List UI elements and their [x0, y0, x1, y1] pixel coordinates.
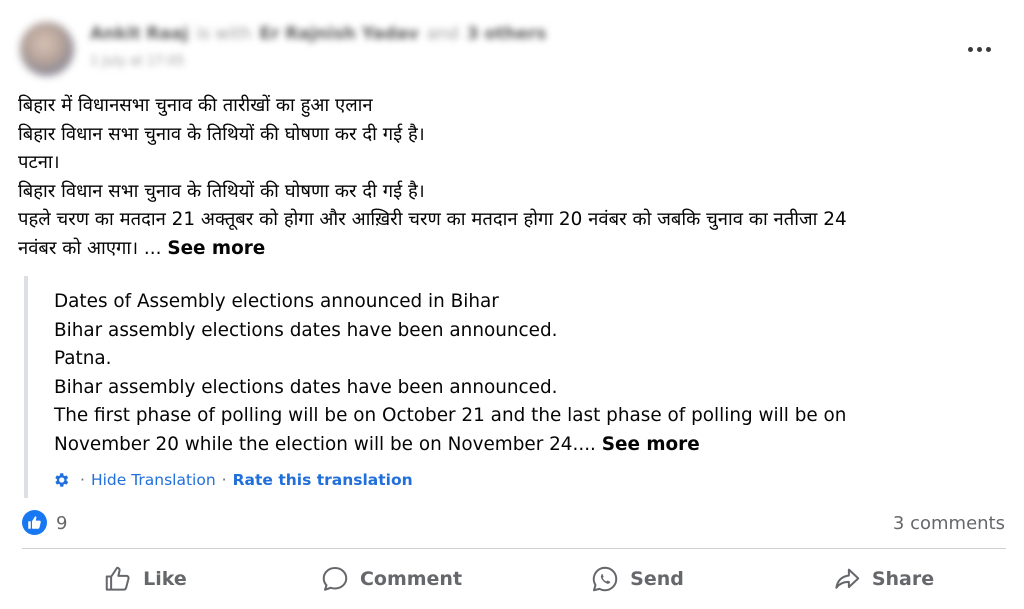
post-text-line: पहले चरण का मतदान 21 अक्तूबर को होगा और … [18, 209, 847, 231]
send-button[interactable]: Send [514, 556, 760, 602]
post-date[interactable]: 1 July at 17:05 [90, 54, 185, 69]
post-text-line: बिहार में विधानसभा चुनाव की तारीखों का ह… [18, 95, 373, 116]
translation-line: November 20 while the election will be o… [54, 433, 596, 455]
translation-footer: · Hide Translation · Rate this translati… [52, 471, 413, 489]
post-text-line: नवंबर को आएगा। ... [18, 237, 162, 259]
footer-separator: · [221, 471, 227, 489]
translation-line: Patna. [54, 348, 112, 370]
like-reaction-badge[interactable] [22, 510, 47, 535]
post-text-last-line: नवंबर को आएगा। ... See more [18, 235, 1008, 264]
post-card: Ankit Raaj is with Er Rajnish Yadav and … [0, 0, 1024, 609]
translation-line: Dates of Assembly elections announced in… [54, 291, 499, 312]
comment-label: Comment [359, 568, 463, 590]
post-text-line: बिहार विधान सभा चुनाव के तिथियों की घोषण… [18, 123, 425, 145]
translation-line: Bihar assembly elections dates have been… [54, 376, 558, 398]
comment-bubble-icon [322, 567, 348, 591]
author-name[interactable]: Ankit Raaj [90, 24, 188, 44]
share-button[interactable]: Share [760, 556, 1006, 602]
divider [22, 548, 1006, 549]
post-text: बिहार में विधानसभा चुनाव की तारीखों का ह… [18, 92, 1008, 264]
footer-separator: · [80, 471, 85, 489]
hide-translation-link[interactable]: Hide Translation [91, 471, 216, 489]
post-text-line: पटना। [18, 152, 60, 174]
post-text-line: बिहार विधान सभा चुनाव के तिथियों की घोषण… [18, 180, 425, 202]
send-label: Send [630, 568, 684, 590]
and-text: and [426, 24, 459, 44]
translation-last-line: November 20 while the election will be o… [54, 431, 984, 460]
translation-line: Bihar assembly elections dates have been… [54, 319, 558, 341]
see-more-link[interactable]: See more [167, 238, 265, 259]
with-text: is with [196, 24, 252, 44]
gear-icon[interactable] [52, 471, 70, 489]
tagged-name[interactable]: Er Rajnish Yadav [259, 24, 418, 44]
rate-translation-link[interactable]: Rate this translation [233, 471, 413, 489]
like-label: Like [143, 568, 187, 590]
translation-line: The first phase of polling will be on Oc… [54, 405, 847, 427]
share-arrow-icon [835, 568, 860, 589]
thumbs-up-icon [28, 516, 41, 529]
more-horizontal-icon [966, 37, 993, 56]
comment-button[interactable]: Comment [268, 556, 514, 602]
like-button[interactable]: Like [22, 556, 268, 602]
thumbs-up-outline-icon [105, 566, 130, 591]
translation-block: Dates of Assembly elections announced in… [24, 276, 984, 498]
comments-count-link[interactable]: 3 comments [893, 513, 1005, 534]
more-options-button[interactable] [964, 32, 994, 60]
author-avatar[interactable] [20, 22, 74, 76]
like-count[interactable]: 9 [56, 513, 67, 534]
others-link[interactable]: 3 others [467, 24, 547, 44]
action-bar: Like Comment Send Share [22, 556, 1006, 602]
share-label: Share [871, 568, 935, 590]
whatsapp-icon [592, 566, 618, 592]
post-author-line: Ankit Raaj is with Er Rajnish Yadav and … [90, 24, 546, 44]
translation-see-more-link[interactable]: See more [602, 434, 700, 455]
